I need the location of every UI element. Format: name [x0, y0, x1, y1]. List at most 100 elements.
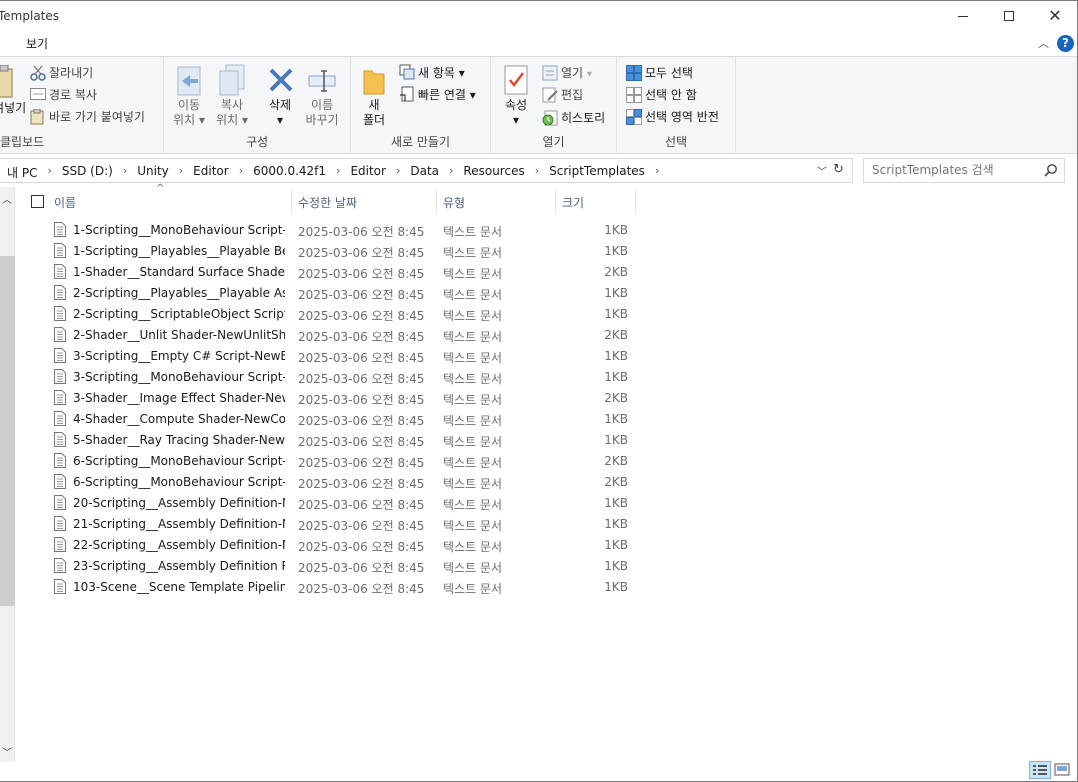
file-size: 1KB: [604, 517, 628, 531]
file-row[interactable]: 1-Shader__Standard Surface Shader-... 202…: [16, 261, 646, 282]
refresh-icon[interactable]: ↻: [833, 162, 844, 177]
breadcrumb-item[interactable]: Resources: [463, 164, 524, 181]
file-row[interactable]: 6-Scripting__MonoBehaviour Script-... 202…: [16, 450, 646, 471]
breadcrumb-chevron-icon[interactable]: ›: [396, 164, 400, 181]
move-to-button[interactable]: 이동 위치 ▾: [166, 98, 212, 128]
file-row[interactable]: 3-Shader__Image Effect Shader-NewI... 202…: [16, 387, 646, 408]
details-view-button[interactable]: [1029, 761, 1051, 779]
scrollbar-thumb[interactable]: [0, 256, 15, 606]
breadcrumb-chevron-icon[interactable]: ›: [336, 164, 340, 181]
column-divider[interactable]: [635, 189, 636, 213]
file-row[interactable]: 22-Scripting__Assembly Definition-N... 20…: [16, 534, 646, 555]
new-folder-button[interactable]: 새 폴더: [357, 98, 391, 128]
file-row[interactable]: 23-Scripting__Assembly Definition Re... 2…: [16, 555, 646, 576]
file-size: 1KB: [604, 538, 628, 552]
column-header-size[interactable]: 크기: [562, 194, 584, 211]
file-name: 1-Scripting__MonoBehaviour Script-...: [73, 223, 285, 237]
search-box[interactable]: [863, 158, 1065, 183]
rename-button[interactable]: 이름 바꾸기: [300, 98, 344, 128]
select-group-label: 선택: [664, 135, 688, 149]
edit-button[interactable]: 편집: [561, 86, 583, 103]
group-select: 모두 선택 선택 안 함 선택 영역 반전 선택: [617, 57, 736, 154]
properties-button[interactable]: 속성 ▾: [497, 98, 535, 128]
breadcrumb-chevron-icon[interactable]: ›: [535, 164, 539, 181]
column-divider[interactable]: [436, 189, 437, 213]
breadcrumb-item[interactable]: Data: [410, 164, 439, 181]
column-header-modified[interactable]: 수정한 날짜: [298, 194, 357, 211]
large-icons-view-button[interactable]: [1052, 761, 1074, 779]
breadcrumb-item[interactable]: Editor: [350, 164, 386, 181]
new-item-button[interactable]: 새 항목 ▾: [418, 64, 465, 81]
text-document-icon: [54, 495, 66, 510]
clipboard-group-label: 클립보드: [0, 135, 45, 149]
paste-shortcut-button[interactable]: 바로 가기 붙여넣기: [49, 108, 145, 125]
file-row[interactable]: 5-Shader__Ray Tracing Shader-NewR... 2025…: [16, 429, 646, 450]
file-name: 2-Shader__Unlit Shader-NewUnlitSha...: [73, 328, 285, 342]
history-button[interactable]: 히스토리: [561, 109, 605, 126]
breadcrumb-chevron-icon[interactable]: ›: [123, 164, 127, 181]
file-row[interactable]: 2-Scripting__ScriptableObject Script-...…: [16, 303, 646, 324]
organize-group-label: 구성: [245, 135, 269, 149]
select-none-button[interactable]: 선택 안 함: [645, 86, 697, 103]
text-document-icon: [54, 306, 66, 321]
file-row[interactable]: 2-Shader__Unlit Shader-NewUnlitSha... 202…: [16, 324, 646, 345]
breadcrumb-chevron-icon[interactable]: ›: [179, 164, 183, 181]
select-all-button[interactable]: 모두 선택: [645, 64, 693, 81]
file-row[interactable]: 6-Scripting__MonoBehaviour Script-... 202…: [16, 471, 646, 492]
paste-shortcut-icon: [30, 109, 44, 125]
breadcrumb-item[interactable]: Unity: [137, 164, 169, 181]
window-title: Templates: [0, 9, 60, 23]
collapse-ribbon-icon[interactable]: ︿: [1038, 35, 1049, 51]
column-divider[interactable]: [291, 189, 292, 213]
file-size: 2KB: [604, 475, 628, 489]
file-type: 텍스트 문서: [443, 372, 503, 386]
copy-to-button[interactable]: 복사 위치 ▾: [209, 98, 255, 128]
file-row[interactable]: 20-Scripting__Assembly Definition-N... 20…: [16, 492, 646, 513]
open-button[interactable]: 열기 ▾: [561, 64, 592, 81]
file-row[interactable]: 1-Scripting__MonoBehaviour Script-... 202…: [16, 219, 646, 240]
column-divider[interactable]: [555, 189, 556, 213]
address-bar[interactable]: 내 PC › SSD (D:) › Unity › Editor › 6000.0.42f1 › E…: [0, 158, 853, 183]
breadcrumb-chevron-icon[interactable]: ›: [47, 164, 51, 181]
cut-button[interactable]: 잘라내기: [49, 64, 93, 81]
scroll-up-icon[interactable]: ︿: [2, 191, 12, 206]
breadcrumb-item[interactable]: 6000.0.42f1: [253, 164, 326, 181]
breadcrumb-chevron-icon[interactable]: ›: [449, 164, 453, 181]
breadcrumb-item[interactable]: 내 PC: [7, 164, 37, 181]
paste-button[interactable]: 붙여넣기: [0, 99, 26, 116]
breadcrumb-chevron-icon[interactable]: ›: [655, 164, 659, 181]
column-header-type[interactable]: 유형: [443, 194, 465, 211]
copy-path-button[interactable]: 경로 복사: [49, 86, 97, 103]
easy-access-button[interactable]: 빠른 연결 ▾: [418, 86, 476, 103]
help-icon[interactable]: ?: [1057, 35, 1074, 52]
tab-view[interactable]: 보기: [26, 35, 48, 52]
select-all-checkbox[interactable]: [31, 195, 44, 208]
breadcrumb-item[interactable]: Editor: [193, 164, 229, 181]
invert-selection-button[interactable]: 선택 영역 반전: [645, 108, 719, 125]
file-modified-date: 2025-03-06 오전 8:45: [298, 477, 425, 491]
file-size: 2KB: [604, 328, 628, 342]
search-input[interactable]: [872, 163, 1042, 177]
address-history-dropdown-icon[interactable]: ﹀: [817, 163, 827, 178]
maximize-button[interactable]: [986, 1, 1032, 31]
breadcrumb-item[interactable]: ScriptTemplates: [549, 164, 645, 181]
navigation-pane-scrollbar[interactable]: ︿ ﹀: [0, 187, 15, 762]
file-row[interactable]: 3-Scripting__Empty C# Script-NewE... 2025…: [16, 345, 646, 366]
file-row[interactable]: 2-Scripting__Playables__Playable Asse...…: [16, 282, 646, 303]
column-header-name[interactable]: 이름: [54, 194, 76, 211]
breadcrumb-item[interactable]: SSD (D:): [62, 164, 113, 181]
file-type: 텍스트 문서: [443, 456, 503, 470]
minimize-button[interactable]: [940, 1, 986, 31]
file-row[interactable]: 21-Scripting__Assembly Definition-N... 20…: [16, 513, 646, 534]
file-type: 텍스트 문서: [443, 519, 503, 533]
file-row[interactable]: 4-Shader__Compute Shader-NewCo... 2025-03…: [16, 408, 646, 429]
close-button[interactable]: ✕: [1032, 1, 1077, 31]
delete-button[interactable]: 삭제 ▾: [260, 98, 300, 128]
title-bar[interactable]: Templates ✕: [0, 1, 1077, 31]
file-name: 5-Shader__Ray Tracing Shader-NewR...: [73, 433, 285, 447]
file-row[interactable]: 1-Scripting__Playables__Playable Beh... 2…: [16, 240, 646, 261]
scroll-down-icon[interactable]: ﹀: [2, 744, 12, 759]
file-row[interactable]: 3-Scripting__MonoBehaviour Script-... 202…: [16, 366, 646, 387]
breadcrumb-chevron-icon[interactable]: ›: [239, 164, 243, 181]
file-row[interactable]: 103-Scene__Scene Template Pipeline... 202…: [16, 576, 646, 597]
